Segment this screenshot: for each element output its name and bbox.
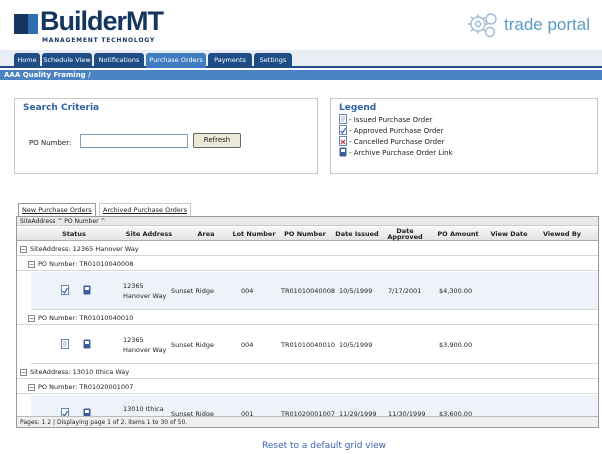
po-group-label: PO Number: TR01010040010 [38, 314, 134, 322]
cell-area: Sunset Ridge [171, 287, 214, 295]
collapse-icon[interactable]: − [28, 314, 35, 322]
site-group-row[interactable]: − SiteAddress: 12365 Hanover Way [17, 242, 598, 256]
issued-po-icon[interactable] [61, 339, 69, 351]
site-group-label: SiteAddress: 12365 Hanover Way [30, 245, 139, 253]
tab-home[interactable]: Home [14, 53, 40, 68]
table-row[interactable]: 12365 Hanover Way Sunset Ridge 004 TR010… [31, 272, 598, 310]
legend-item-issued: - Issued Purchase Order [339, 113, 433, 125]
col-po-amount[interactable]: PO Amount [433, 227, 483, 241]
search-criteria-title: Search Criteria [23, 103, 100, 113]
refresh-button[interactable]: Refresh [193, 133, 241, 148]
col-date-issued[interactable]: Date Issued [333, 227, 381, 241]
col-area[interactable]: Area [181, 227, 231, 241]
tab-settings[interactable]: Settings [254, 53, 292, 68]
reset-grid-view-link[interactable]: Reset to a default grid view [262, 441, 386, 451]
approved-po-icon[interactable] [61, 285, 69, 297]
cell-lot-number: 004 [241, 287, 254, 295]
col-date-approved[interactable]: Date Approved [383, 227, 427, 241]
cell-po-amount: $4,300.00 [439, 287, 473, 295]
tab-notifications[interactable]: Notifications [94, 53, 144, 68]
legend-item-archive: - Archive Purchase Order Link [339, 147, 453, 158]
legend-approved-label: - Approved Purchase Order [349, 126, 444, 135]
po-group-row[interactable]: − PO Number: TR01020001007 [17, 380, 598, 394]
tab-payments[interactable]: Payments [208, 53, 252, 68]
collapse-icon[interactable]: − [20, 368, 27, 376]
logo-subtitle: MANAGEMENT TECHNOLOGY [42, 37, 155, 44]
cell-site-address: 12365 Hanover Way [123, 336, 167, 354]
po-group-row[interactable]: − PO Number: TR01010040010 [17, 311, 598, 325]
col-viewed-by[interactable]: Viewed By [535, 227, 589, 241]
col-lot-number[interactable]: Lot Number [231, 227, 277, 241]
archive-po-link-icon[interactable] [83, 285, 91, 297]
po-group-row[interactable]: − PO Number: TR01010040008 [17, 257, 598, 271]
tab-purchase-orders[interactable]: Purchase Orders [146, 53, 206, 68]
collapse-icon[interactable]: − [20, 245, 27, 253]
purchase-orders-grid: SiteAddress ^ PO Number ^ Status Site Ad… [16, 216, 599, 428]
collapse-icon[interactable]: − [28, 260, 35, 268]
app-header: BuilderMT MANAGEMENT TECHNOLOGY trade po… [0, 0, 602, 48]
tab-schedule-view[interactable]: Schedule View [42, 53, 92, 68]
cell-po-number: TR01010040008 [281, 287, 335, 295]
group-by-bar[interactable]: SiteAddress ^ PO Number ^ [17, 217, 598, 226]
cell-date-issued: 10/5/1999 [339, 341, 373, 349]
tab-archived-po-label: Archived Purchase Orders [103, 206, 187, 214]
cell-po-number: TR01010040010 [281, 341, 335, 349]
cell-site-address: 12365 Hanover Way [123, 282, 167, 300]
cell-date-approved: 7/17/2001 [388, 287, 422, 295]
po-number-label: PO Number: [29, 139, 72, 147]
legend-panel: Legend - Issued Purchase Order - Approve… [330, 98, 598, 174]
trade-portal-label: trade portal [504, 15, 590, 34]
gears-icon [466, 10, 500, 40]
cell-lot-number: 004 [241, 341, 254, 349]
col-status[interactable]: Status [31, 227, 117, 241]
po-group-label: PO Number: TR01010040008 [38, 260, 134, 268]
tab-archived-purchase-orders[interactable]: Archived Purchase Orders [99, 203, 191, 216]
table-row[interactable]: 12365 Hanover Way Sunset Ridge 004 TR010… [31, 326, 598, 364]
grid-header-row: Status Site Address Area Lot Number PO N… [17, 227, 598, 241]
site-group-label: SiteAddress: 13010 Ithica Way [30, 368, 130, 376]
legend-item-approved: - Approved Purchase Order [339, 124, 444, 136]
trade-portal-brand: trade portal [466, 10, 590, 40]
col-view-date[interactable]: View Date [485, 227, 533, 241]
site-group-row[interactable]: − SiteAddress: 13010 Ithica Way [17, 365, 598, 379]
po-group-label: PO Number: TR01020001007 [38, 383, 134, 391]
archive-po-link-icon[interactable] [83, 339, 91, 351]
tab-new-po-label: New Purchase Orders [22, 206, 92, 214]
buildermt-logo-mark-icon [14, 14, 38, 34]
col-po-number[interactable]: PO Number [277, 227, 333, 241]
cell-po-amount: $3,900.00 [439, 341, 473, 349]
legend-archive-label: - Archive Purchase Order Link [349, 148, 453, 157]
breadcrumb: AAA Quality Framing / [0, 70, 602, 80]
collapse-icon[interactable]: − [28, 383, 35, 391]
main-nav: Home Schedule View Notifications Purchas… [0, 50, 602, 68]
cell-area: Sunset Ridge [171, 341, 214, 349]
archive-po-link-icon [339, 147, 347, 159]
logo-brand-text: BuilderMT [40, 6, 164, 36]
search-criteria-panel: Search Criteria PO Number: Refresh [14, 98, 318, 174]
col-site-address[interactable]: Site Address [117, 227, 181, 241]
legend-item-cancelled: - Cancelled Purchase Order [339, 135, 445, 147]
legend-issued-label: - Issued Purchase Order [349, 115, 433, 124]
tab-new-purchase-orders[interactable]: New Purchase Orders [18, 203, 96, 216]
legend-title: Legend [339, 103, 377, 113]
cell-date-issued: 10/5/1999 [339, 287, 373, 295]
legend-cancelled-label: - Cancelled Purchase Order [349, 137, 445, 146]
po-number-input[interactable] [80, 134, 188, 148]
grid-pager[interactable]: Pages: 1 2 | Displaying page 1 of 2, ite… [17, 416, 598, 427]
